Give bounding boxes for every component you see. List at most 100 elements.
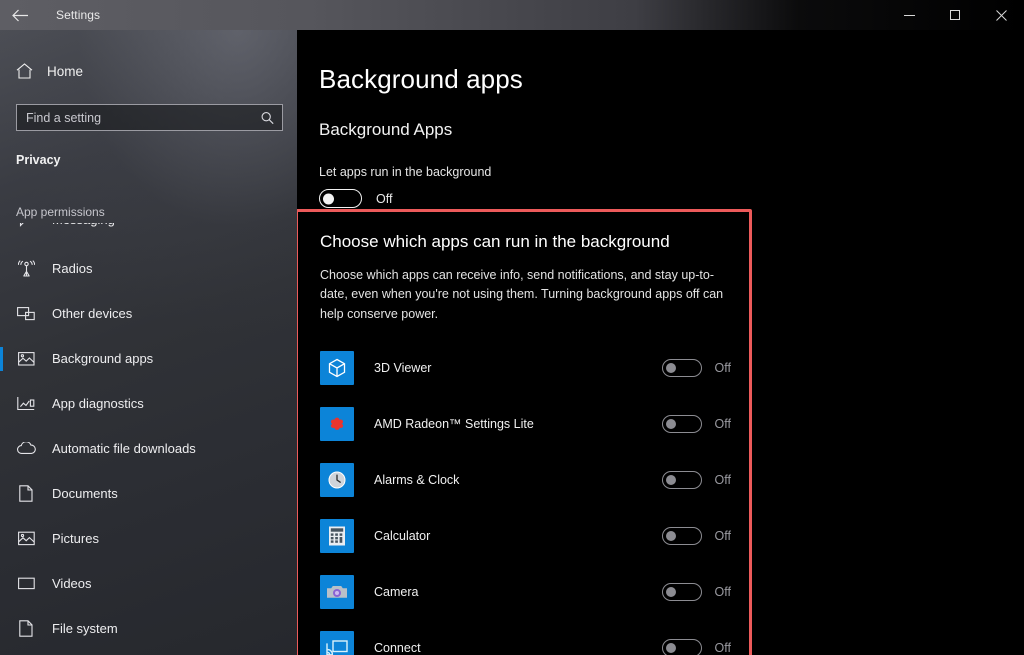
sidebar-group-label: App permissions: [16, 205, 105, 219]
sidebar-item-documents[interactable]: Documents: [0, 471, 297, 516]
list-item[interactable]: Connect Off: [320, 620, 749, 655]
app-toggle[interactable]: [661, 359, 702, 378]
back-arrow-icon[interactable]: [0, 0, 40, 30]
maximize-button[interactable]: [932, 0, 978, 30]
pictures-icon: [16, 531, 36, 546]
sidebar-item-file-system[interactable]: File system: [0, 606, 297, 651]
app-toggle[interactable]: [661, 415, 702, 434]
app-toggle-state: Off: [714, 361, 731, 376]
app-toggle-group: Off: [661, 583, 731, 602]
sidebar-item-background-apps[interactable]: Background apps: [0, 336, 297, 381]
close-button[interactable]: [978, 0, 1024, 30]
sidebar-item-label: Other devices: [52, 306, 133, 321]
other-devices-icon: [16, 306, 36, 321]
app-toggle-state: Off: [714, 417, 731, 432]
sidebar: Home Privacy App permissions: [0, 30, 297, 655]
app-toggle[interactable]: [661, 471, 702, 490]
sidebar-nav: Messaging Radios: [0, 223, 297, 651]
sidebar-item-label: Messaging: [52, 223, 115, 227]
toggle-knob: [665, 363, 676, 374]
highlight-box: Choose which apps can run in the backgro…: [297, 209, 752, 655]
list-item[interactable]: AMD Radeon™ Settings Lite Off: [320, 396, 749, 452]
toggle-knob: [665, 419, 676, 430]
app-name: Alarms & Clock: [374, 473, 460, 488]
app-name: Camera: [374, 585, 419, 600]
window-body: Home Privacy App permissions: [0, 30, 1024, 655]
window-title: Settings: [56, 8, 101, 22]
app-toggle-state: Off: [714, 473, 731, 488]
app-toggle[interactable]: [661, 583, 702, 602]
toggle-knob: [323, 193, 334, 204]
sidebar-item-messaging[interactable]: Messaging: [0, 223, 297, 246]
toggle-knob: [665, 643, 676, 654]
toggle-knob: [665, 587, 676, 598]
app-toggle-group: Off: [661, 639, 731, 655]
app-toggle-state: Off: [714, 641, 731, 655]
app-toggle-group: Off: [661, 359, 731, 378]
calculator-icon: [320, 519, 354, 554]
sidebar-item-automatic-file-downloads[interactable]: Automatic file downloads: [0, 426, 297, 471]
3d-viewer-icon: [320, 351, 354, 386]
sidebar-item-label: App diagnostics: [52, 396, 144, 411]
list-item[interactable]: Camera Off: [320, 564, 749, 620]
videos-icon: [16, 577, 36, 590]
app-name: Connect: [374, 641, 421, 655]
sidebar-home-label: Home: [47, 63, 84, 79]
list-item[interactable]: Calculator Off: [320, 508, 749, 564]
search-input[interactable]: [17, 105, 282, 130]
app-list: 3D Viewer Off AMD Radeon™ Settings Lite …: [320, 340, 749, 655]
connect-cast-icon: [320, 631, 354, 655]
app-name: Calculator: [374, 529, 431, 544]
app-toggle-group: Off: [661, 415, 731, 434]
sidebar-item-label: Automatic file downloads: [52, 441, 196, 456]
window-controls: [886, 0, 1024, 30]
sidebar-item-label: File system: [52, 621, 118, 636]
choose-apps-title: Choose which apps can run in the backgro…: [320, 232, 670, 251]
camera-icon: [320, 575, 354, 610]
file-system-icon: [16, 620, 36, 637]
toggle-knob: [665, 531, 676, 542]
cloud-download-icon: [16, 442, 36, 455]
sidebar-item-radios[interactable]: Radios: [0, 246, 297, 291]
amd-radeon-icon: [320, 407, 354, 442]
sidebar-item-pictures[interactable]: Pictures: [0, 516, 297, 561]
document-icon: [16, 485, 36, 502]
toggle-knob: [665, 475, 676, 486]
sidebar-item-label: Documents: [52, 486, 118, 501]
home-icon: [16, 63, 33, 79]
list-item[interactable]: Alarms & Clock Off: [320, 452, 749, 508]
choose-apps-description: Choose which apps can receive info, send…: [320, 268, 724, 321]
radios-antenna-icon: [16, 260, 36, 277]
let-apps-run-toggle[interactable]: [319, 189, 362, 208]
sidebar-item-app-diagnostics[interactable]: App diagnostics: [0, 381, 297, 426]
alarms-clock-icon: [320, 463, 354, 498]
app-toggle-state: Off: [714, 529, 731, 544]
sidebar-category-title: Privacy: [16, 153, 61, 167]
sidebar-item-videos[interactable]: Videos: [0, 561, 297, 606]
app-name: 3D Viewer: [374, 361, 432, 376]
section-heading: Background Apps: [319, 120, 453, 139]
app-toggle-group: Off: [661, 527, 731, 546]
list-item[interactable]: 3D Viewer Off: [320, 340, 749, 396]
master-toggle-row: Off: [319, 189, 1024, 208]
app-toggle[interactable]: [661, 527, 702, 546]
app-diagnostics-icon: [16, 396, 36, 411]
main-content: Background apps Background Apps Let apps…: [297, 30, 1024, 655]
title-bar: Settings: [0, 0, 1024, 30]
page-title: Background apps: [319, 64, 523, 94]
master-toggle-label: Let apps run in the background: [319, 165, 492, 179]
sidebar-item-other-devices[interactable]: Other devices: [0, 291, 297, 336]
minimize-button[interactable]: [886, 0, 932, 30]
settings-window: Settings Home Find a setting Privacy App…: [0, 0, 1024, 655]
sidebar-item-label: Radios: [52, 261, 93, 276]
app-name: AMD Radeon™ Settings Lite: [374, 417, 534, 432]
app-toggle[interactable]: [661, 639, 702, 655]
sidebar-item-label: Videos: [52, 576, 92, 591]
sidebar-item-home[interactable]: Home: [0, 54, 297, 88]
background-apps-icon: [16, 351, 36, 367]
master-toggle-state: Off: [376, 191, 393, 206]
search-box[interactable]: [16, 104, 283, 131]
sidebar-item-label: Pictures: [52, 531, 99, 546]
app-toggle-state: Off: [714, 585, 731, 600]
sidebar-item-label: Background apps: [52, 351, 154, 366]
